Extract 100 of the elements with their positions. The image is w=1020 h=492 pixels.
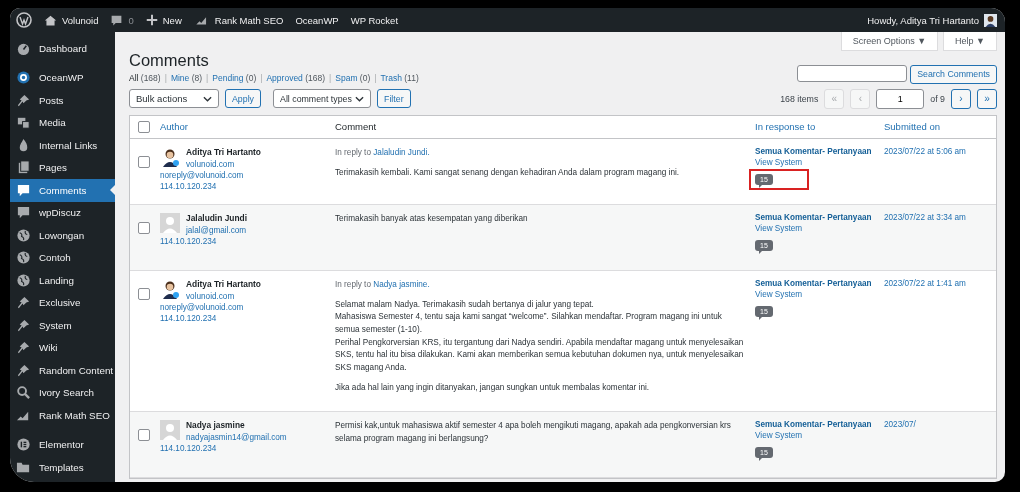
search-button[interactable]: Search Comments (910, 64, 997, 84)
globe-icon (16, 227, 31, 243)
comment-type-select[interactable]: All comment types (273, 89, 371, 109)
reply-author-link[interactable]: Jalaludin Jundi. (373, 147, 430, 157)
filter-link[interactable]: Mine (8) (170, 72, 203, 83)
author-email-link[interactable]: jalal@gmail.com (186, 225, 247, 235)
sidebar-item[interactable]: Pages (10, 156, 115, 179)
view-post-link[interactable]: View System (755, 289, 884, 299)
sidebar-item[interactable]: Contoh (10, 246, 115, 269)
admin-bar-link[interactable]: OceanWP (295, 14, 339, 26)
checkbox[interactable] (138, 287, 150, 300)
post-link[interactable]: Semua Komentar- Pertanyaan (755, 420, 884, 430)
filter-link[interactable]: Approved (168) (266, 72, 326, 83)
sidebar-item[interactable]: Media (10, 111, 115, 134)
filter-link[interactable]: All (168) (129, 72, 161, 83)
author-email-link[interactable]: nadyajasmin14@gmail.com (186, 433, 287, 443)
pin-icon (16, 92, 31, 108)
author-name: Jalaludin Jundi (186, 212, 247, 223)
filter-button[interactable]: Filter (377, 89, 411, 109)
submitted-date-link[interactable]: 2023/07/22 at 3:34 am (884, 212, 966, 222)
sidebar-item[interactable]: Exclusive (10, 291, 115, 314)
comments-link[interactable]: 0 (110, 13, 134, 27)
reply-note: In reply to Nadya jasmine. (335, 278, 431, 291)
page-total: of 9 (930, 93, 945, 104)
last-page-button[interactable]: » (977, 88, 997, 109)
checkbox[interactable] (138, 221, 150, 234)
page-number-field[interactable]: 1 (876, 88, 925, 109)
submitted-date-link[interactable]: 2023/07/ (884, 420, 916, 430)
new-link[interactable]: New (145, 14, 182, 26)
globe-icon (16, 250, 31, 266)
filter-link[interactable]: Spam (0) (335, 72, 371, 83)
filter-link[interactable]: Pending (0) (212, 72, 257, 83)
search-icon (16, 385, 31, 401)
ring-icon (16, 70, 31, 86)
sidebar-item[interactable]: Comments (10, 179, 115, 202)
ip-address-link[interactable]: 114.10.120.234 (160, 313, 335, 323)
sidebar-item[interactable]: Posts (10, 89, 115, 112)
checkbox[interactable] (138, 155, 150, 168)
filter-link[interactable]: Trash (11) (380, 72, 419, 83)
ip-address-link[interactable]: 114.10.120.234 (160, 236, 335, 246)
author-name: Aditya Tri Hartanto (186, 146, 261, 157)
author-email-link[interactable]: noreply@volunoid.com (160, 170, 335, 180)
view-post-link[interactable]: View System (755, 223, 884, 233)
plus-icon (145, 14, 158, 26)
site-link[interactable]: Volunoid (44, 13, 99, 27)
sidebar-item[interactable]: Dashboard (10, 37, 115, 60)
admin-bar-link[interactable]: Rank Math SEO (193, 13, 284, 27)
screen-tab[interactable]: Screen Options ▼ (840, 32, 939, 51)
next-page-button[interactable]: › (951, 88, 971, 109)
separator: | (374, 72, 377, 83)
bulk-actions-select[interactable]: Bulk actions (129, 89, 219, 109)
avatar-icon (160, 212, 180, 233)
author-email-link[interactable]: noreply@volunoid.com (160, 302, 335, 312)
sidebar-item[interactable]: Templates (10, 456, 115, 479)
column-header: Comment (335, 121, 378, 133)
item-count: 168 items (780, 93, 819, 104)
sidebar-item[interactable]: Landing (10, 269, 115, 292)
view-post-link[interactable]: View System (755, 431, 884, 441)
comment-text: Terimakasih banyak atas kesempatan yang diberikan (335, 212, 529, 225)
column-header[interactable]: In response to (755, 121, 884, 133)
sidebar-item[interactable]: System (10, 314, 115, 337)
post-link[interactable]: Semua Komentar- Pertanyaan (755, 278, 884, 288)
author-website-link[interactable]: volunoid.com (186, 159, 261, 169)
view-post-link[interactable]: View System (755, 157, 884, 167)
post-link[interactable]: Semua Komentar- Pertanyaan (755, 212, 884, 222)
ip-address-link[interactable]: 114.10.120.234 (160, 444, 335, 454)
column-header[interactable]: Submitted on (884, 121, 996, 133)
globe-icon (16, 272, 31, 288)
media-icon (16, 115, 31, 131)
wordpress-logo-icon[interactable] (16, 12, 32, 28)
author-website-link[interactable]: volunoid.com (186, 291, 261, 301)
page-icon (16, 160, 31, 176)
post-link[interactable]: Semua Komentar- Pertanyaan (755, 146, 884, 156)
sidebar-item[interactable]: Elementor (10, 433, 115, 456)
column-header[interactable]: Author (160, 121, 335, 133)
sidebar-item[interactable]: OceanWP (10, 66, 115, 89)
checkbox[interactable] (138, 120, 150, 133)
checkbox[interactable] (138, 429, 150, 442)
pin-icon (16, 295, 31, 311)
comment-text: Jika ada hal lain yang ingin ditanyakan, jangan sungkan untuk membalas komentar ini. (335, 381, 651, 394)
search-field[interactable] (797, 64, 908, 82)
sidebar-item[interactable]: Lowongan (10, 224, 115, 247)
apply-button[interactable]: Apply (225, 89, 261, 109)
pin-icon (16, 317, 31, 333)
submitted-date-link[interactable]: 2023/07/22 at 5:06 am (884, 146, 966, 156)
sidebar-item[interactable]: Wiki (10, 336, 115, 359)
admin-bar-link[interactable]: WP Rocket (350, 14, 399, 26)
sidebar-item[interactable]: Random Content (10, 359, 115, 382)
sidebar-item[interactable]: Ivory Search (10, 381, 115, 404)
reply-author-link[interactable]: Nadya jasmine. (373, 279, 430, 289)
ip-address-link[interactable]: 114.10.120.234 (160, 181, 335, 191)
elementor-icon (16, 437, 31, 453)
screen-tab[interactable]: Help ▼ (943, 32, 997, 51)
sidebar-item[interactable]: Internal Links (10, 134, 115, 157)
submitted-date-link[interactable]: 2023/07/22 at 1:41 am (884, 278, 966, 288)
avatar-icon (160, 420, 180, 441)
account-link[interactable]: Howdy, Aditya Tri Hartanto (867, 13, 997, 27)
sidebar-item[interactable]: wpDiscuz (10, 201, 115, 224)
sidebar-item[interactable]: Rank Math SEO (10, 404, 115, 427)
pin-icon (16, 362, 31, 378)
